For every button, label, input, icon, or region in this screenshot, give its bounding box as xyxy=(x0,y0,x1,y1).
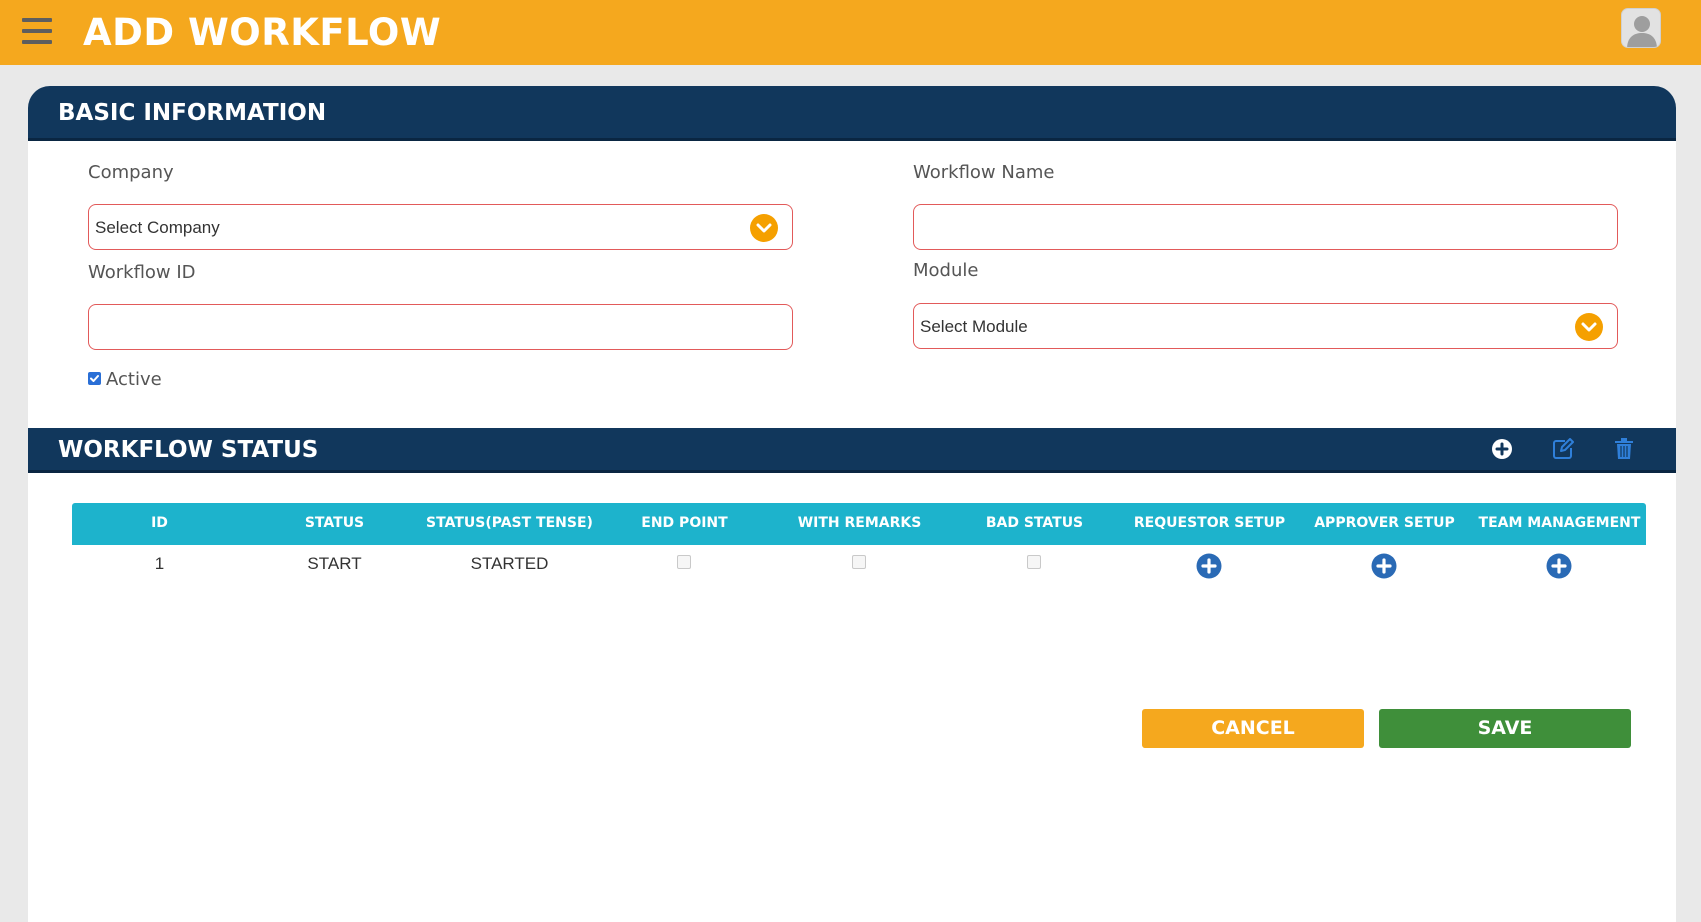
column-header-requestor-setup: REQUESTOR SETUP xyxy=(1133,515,1286,531)
with-remarks-checkbox[interactable] xyxy=(852,555,866,569)
module-select[interactable]: Select Module xyxy=(913,303,1618,349)
column-header-id: ID xyxy=(151,515,168,531)
save-button[interactable]: SAVE xyxy=(1379,709,1631,748)
bad-status-checkbox[interactable] xyxy=(1027,555,1041,569)
cancel-button[interactable]: CANCEL xyxy=(1142,709,1364,748)
team-management-add-icon[interactable] xyxy=(1546,553,1572,579)
workflow-name-label: Workflow Name xyxy=(913,162,1055,183)
company-label: Company xyxy=(88,162,174,183)
workflow-status-title: WORKFLOW STATUS xyxy=(58,437,319,463)
approver-setup-add-icon[interactable] xyxy=(1371,553,1397,579)
table-header: ID STATUS STATUS(PAST TENSE) END POINT W… xyxy=(72,503,1646,545)
page-title: ADD WORKFLOW xyxy=(83,11,442,54)
workflow-status-header: WORKFLOW STATUS xyxy=(28,428,1676,473)
active-checkbox[interactable] xyxy=(88,372,101,385)
workflow-id-input[interactable] xyxy=(89,305,792,349)
workflow-name-input[interactable] xyxy=(914,205,1617,249)
company-select-value: Select Company xyxy=(95,218,220,237)
requestor-setup-add-icon[interactable] xyxy=(1196,553,1222,579)
trash-icon[interactable] xyxy=(1614,438,1634,465)
column-header-status: STATUS xyxy=(304,515,365,531)
basic-information-header: BASIC INFORMATION xyxy=(28,86,1676,141)
active-label: Active xyxy=(106,369,162,390)
column-header-with-remarks: WITH REMARKS xyxy=(797,515,922,531)
cell-status: START xyxy=(307,554,362,573)
module-select-value: Select Module xyxy=(920,317,1028,336)
column-header-team-management: TEAM MANAGEMENT xyxy=(1478,515,1641,531)
workflow-id-field xyxy=(88,304,793,350)
chevron-down-icon[interactable] xyxy=(1575,313,1603,341)
workflow-form-card: BASIC INFORMATION Company Select Company… xyxy=(28,86,1676,922)
column-header-status-past-tense: STATUS(PAST TENSE) xyxy=(426,515,593,531)
module-label: Module xyxy=(913,260,979,281)
user-avatar[interactable] xyxy=(1621,8,1661,48)
column-header-approver-setup: APPROVER SETUP xyxy=(1314,515,1455,531)
workflow-id-label: Workflow ID xyxy=(88,262,196,283)
chevron-down-icon[interactable] xyxy=(750,214,778,242)
workflow-name-field xyxy=(913,204,1618,250)
menu-icon[interactable] xyxy=(22,18,52,44)
end-point-checkbox[interactable] xyxy=(677,555,691,569)
column-header-bad-status: BAD STATUS xyxy=(985,515,1084,531)
company-select[interactable]: Select Company xyxy=(88,204,793,250)
top-bar: ADD WORKFLOW xyxy=(0,0,1701,65)
edit-icon[interactable] xyxy=(1552,438,1574,465)
cell-status-past-tense: STARTED xyxy=(470,554,549,573)
column-header-end-point: END POINT xyxy=(641,515,728,531)
add-icon[interactable] xyxy=(1491,438,1513,465)
cell-id: 1 xyxy=(154,554,165,573)
basic-information-title: BASIC INFORMATION xyxy=(58,100,327,126)
